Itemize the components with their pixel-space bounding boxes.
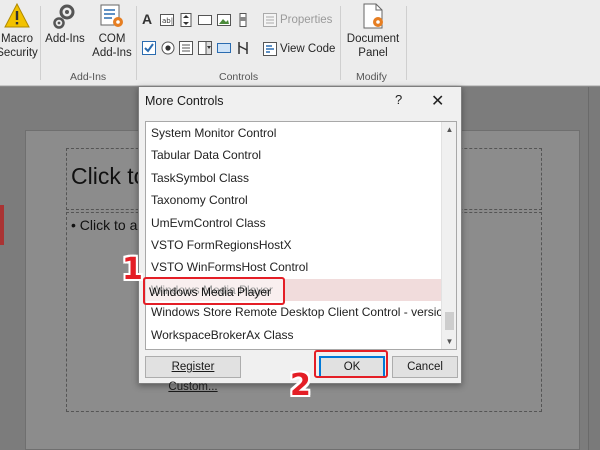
controls-group-label: Controls <box>219 71 259 83</box>
view-code-button[interactable]: View Code <box>280 43 335 55</box>
slide-thumbnail-marker <box>0 205 4 245</box>
cancel-button[interactable]: Cancel <box>392 356 458 378</box>
dialog-title: More Controls <box>145 94 224 108</box>
com-add-ins-icon <box>100 4 123 27</box>
separator <box>136 6 137 80</box>
document-panel-label-1: Document <box>346 33 400 45</box>
close-icon[interactable]: ✕ <box>431 91 444 111</box>
spin-button-icon[interactable] <box>179 13 193 27</box>
option-button-icon[interactable] <box>161 41 175 55</box>
highlight-text: Windows Media Player <box>149 285 272 299</box>
command-button-icon[interactable] <box>198 13 212 27</box>
separator <box>40 6 41 80</box>
add-ins-group-label: Add-Ins <box>70 71 107 83</box>
modify-group-label: Modify <box>356 71 387 83</box>
more-controls-dialog: More Controls ? ✕ System Monitor Control… <box>138 86 462 393</box>
document-panel-icon <box>363 3 383 29</box>
macro-security-label-2: Security <box>0 47 38 59</box>
list-item[interactable]: TaskSymbol Class <box>146 167 442 189</box>
list-item[interactable]: VSTO FormRegionsHostX <box>146 234 442 256</box>
ribbon: Macro Security Add-Ins COM Add-Ins Add-I… <box>0 0 600 86</box>
svg-text:ab|: ab| <box>162 17 173 25</box>
more-controls-icon[interactable] <box>236 41 250 55</box>
step-2-marker: 2 <box>290 368 311 403</box>
macro-security-label-1: Macro <box>1 33 33 45</box>
gear-icon <box>53 4 75 29</box>
separator <box>406 6 407 80</box>
warning-shield-icon <box>4 2 30 28</box>
add-ins-label: Add-Ins <box>45 33 85 45</box>
list-item[interactable]: WorkspaceBrokerAx Class <box>146 324 442 346</box>
list-item[interactable]: Taxonomy Control <box>146 189 442 211</box>
scrollbar-thumb[interactable] <box>445 312 454 330</box>
properties-icon <box>263 13 277 27</box>
image-control-icon[interactable] <box>217 13 231 27</box>
com-add-ins-button[interactable]: COM Add-Ins <box>89 2 135 60</box>
com-add-ins-label-2: Add-Ins <box>92 47 132 59</box>
list-item[interactable]: VSTO WinFormsHost Control <box>146 256 442 278</box>
register-custom-label: Register Custom... <box>168 361 218 393</box>
add-ins-button[interactable]: Add-Ins <box>43 2 87 46</box>
highlight-box-step1: Windows Media Player <box>143 277 285 305</box>
body-placeholder-text: • Click to a <box>71 217 138 233</box>
label-control-icon[interactable]: A <box>142 12 156 26</box>
title-placeholder-text: Click to <box>71 163 147 189</box>
document-panel-button[interactable]: Document Panel <box>344 2 402 60</box>
separator <box>340 6 341 80</box>
scrollbar-control-icon[interactable] <box>236 13 250 27</box>
vertical-scrollbar[interactable] <box>588 87 600 450</box>
highlight-box-step2 <box>314 350 388 378</box>
scroll-down-icon[interactable]: ▼ <box>442 334 456 349</box>
register-custom-button[interactable]: Register Custom... <box>145 356 241 393</box>
listbox-control-icon[interactable] <box>179 41 193 55</box>
combobox-control-icon[interactable] <box>198 41 212 55</box>
list-scrollbar[interactable]: ▲ ▼ <box>441 122 456 349</box>
help-button[interactable]: ? <box>395 92 402 107</box>
step-1-marker: 1 <box>122 252 143 287</box>
com-add-ins-label-1: COM <box>98 33 126 45</box>
scroll-up-icon[interactable]: ▲ <box>442 122 456 137</box>
view-code-icon <box>263 42 277 56</box>
list-item[interactable]: System Monitor Control <box>146 122 442 144</box>
controls-listbox[interactable]: System Monitor Control Tabular Data Contr… <box>145 121 457 350</box>
checkbox-control-icon[interactable] <box>142 41 156 55</box>
document-panel-label-2: Panel <box>358 47 388 59</box>
list-item[interactable]: Tabular Data Control <box>146 144 442 166</box>
properties-button[interactable]: Properties <box>280 14 332 26</box>
list-item[interactable]: UmEvmControl Class <box>146 212 442 234</box>
toggle-button-icon[interactable] <box>217 41 231 55</box>
textbox-control-icon[interactable]: ab| <box>160 13 174 27</box>
macro-security-button[interactable]: Macro Security <box>0 2 40 60</box>
